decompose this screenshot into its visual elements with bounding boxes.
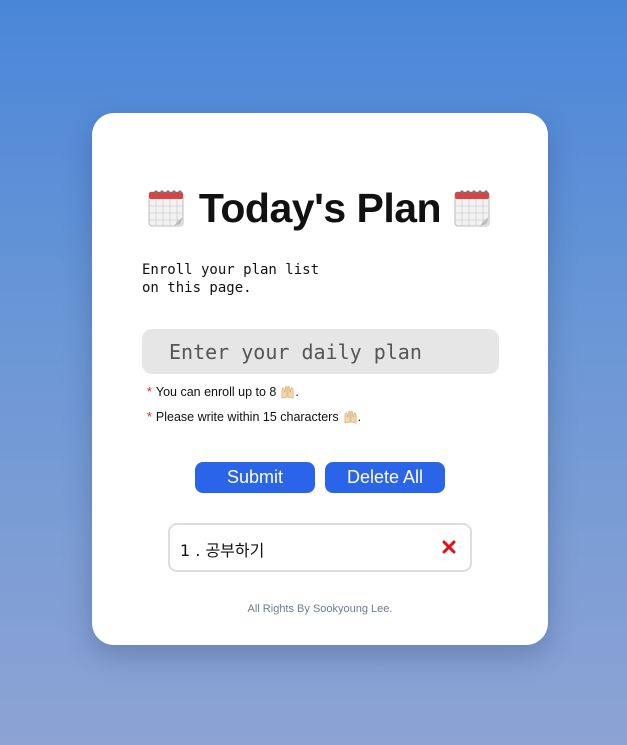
note-text: You can enroll up to 8 [155, 385, 277, 399]
plan-list: 1 . 공부하기 [168, 523, 472, 572]
description-line: on this page. [142, 280, 252, 296]
footer-credit: All Rights By Sookyoung Lee. [247, 603, 393, 615]
delete-all-button[interactable]: Delete All [325, 462, 445, 493]
character-limit-note: * Please write within 15 characters . [147, 410, 361, 424]
raised-hands-icon [281, 386, 294, 399]
plan-list-item: 1 . 공부하기 [168, 523, 472, 572]
page-title: Today's Plan [198, 185, 442, 231]
plan-card: Today's Plan Enroll your plan list on th… [92, 113, 548, 645]
note-text: Please write within 15 characters [155, 410, 339, 424]
close-icon[interactable] [442, 540, 456, 554]
description-line: Enroll your plan list [142, 262, 320, 278]
note-end: . [357, 410, 362, 424]
enroll-limit-note: * You can enroll up to 8 . [147, 385, 299, 399]
plan-item-text: 1 . 공부하기 [180, 541, 265, 560]
page-description: Enroll your plan list on this page. [142, 261, 342, 297]
raised-hands-icon [344, 411, 356, 424]
title-row: Today's Plan [92, 183, 548, 233]
submit-button[interactable]: Submit [195, 462, 315, 493]
plan-input[interactable] [142, 329, 499, 374]
required-asterisk: * [147, 410, 152, 424]
calendar-icon [454, 190, 490, 227]
calendar-icon [148, 190, 184, 227]
required-asterisk: * [147, 385, 152, 399]
note-end: . [295, 385, 299, 399]
